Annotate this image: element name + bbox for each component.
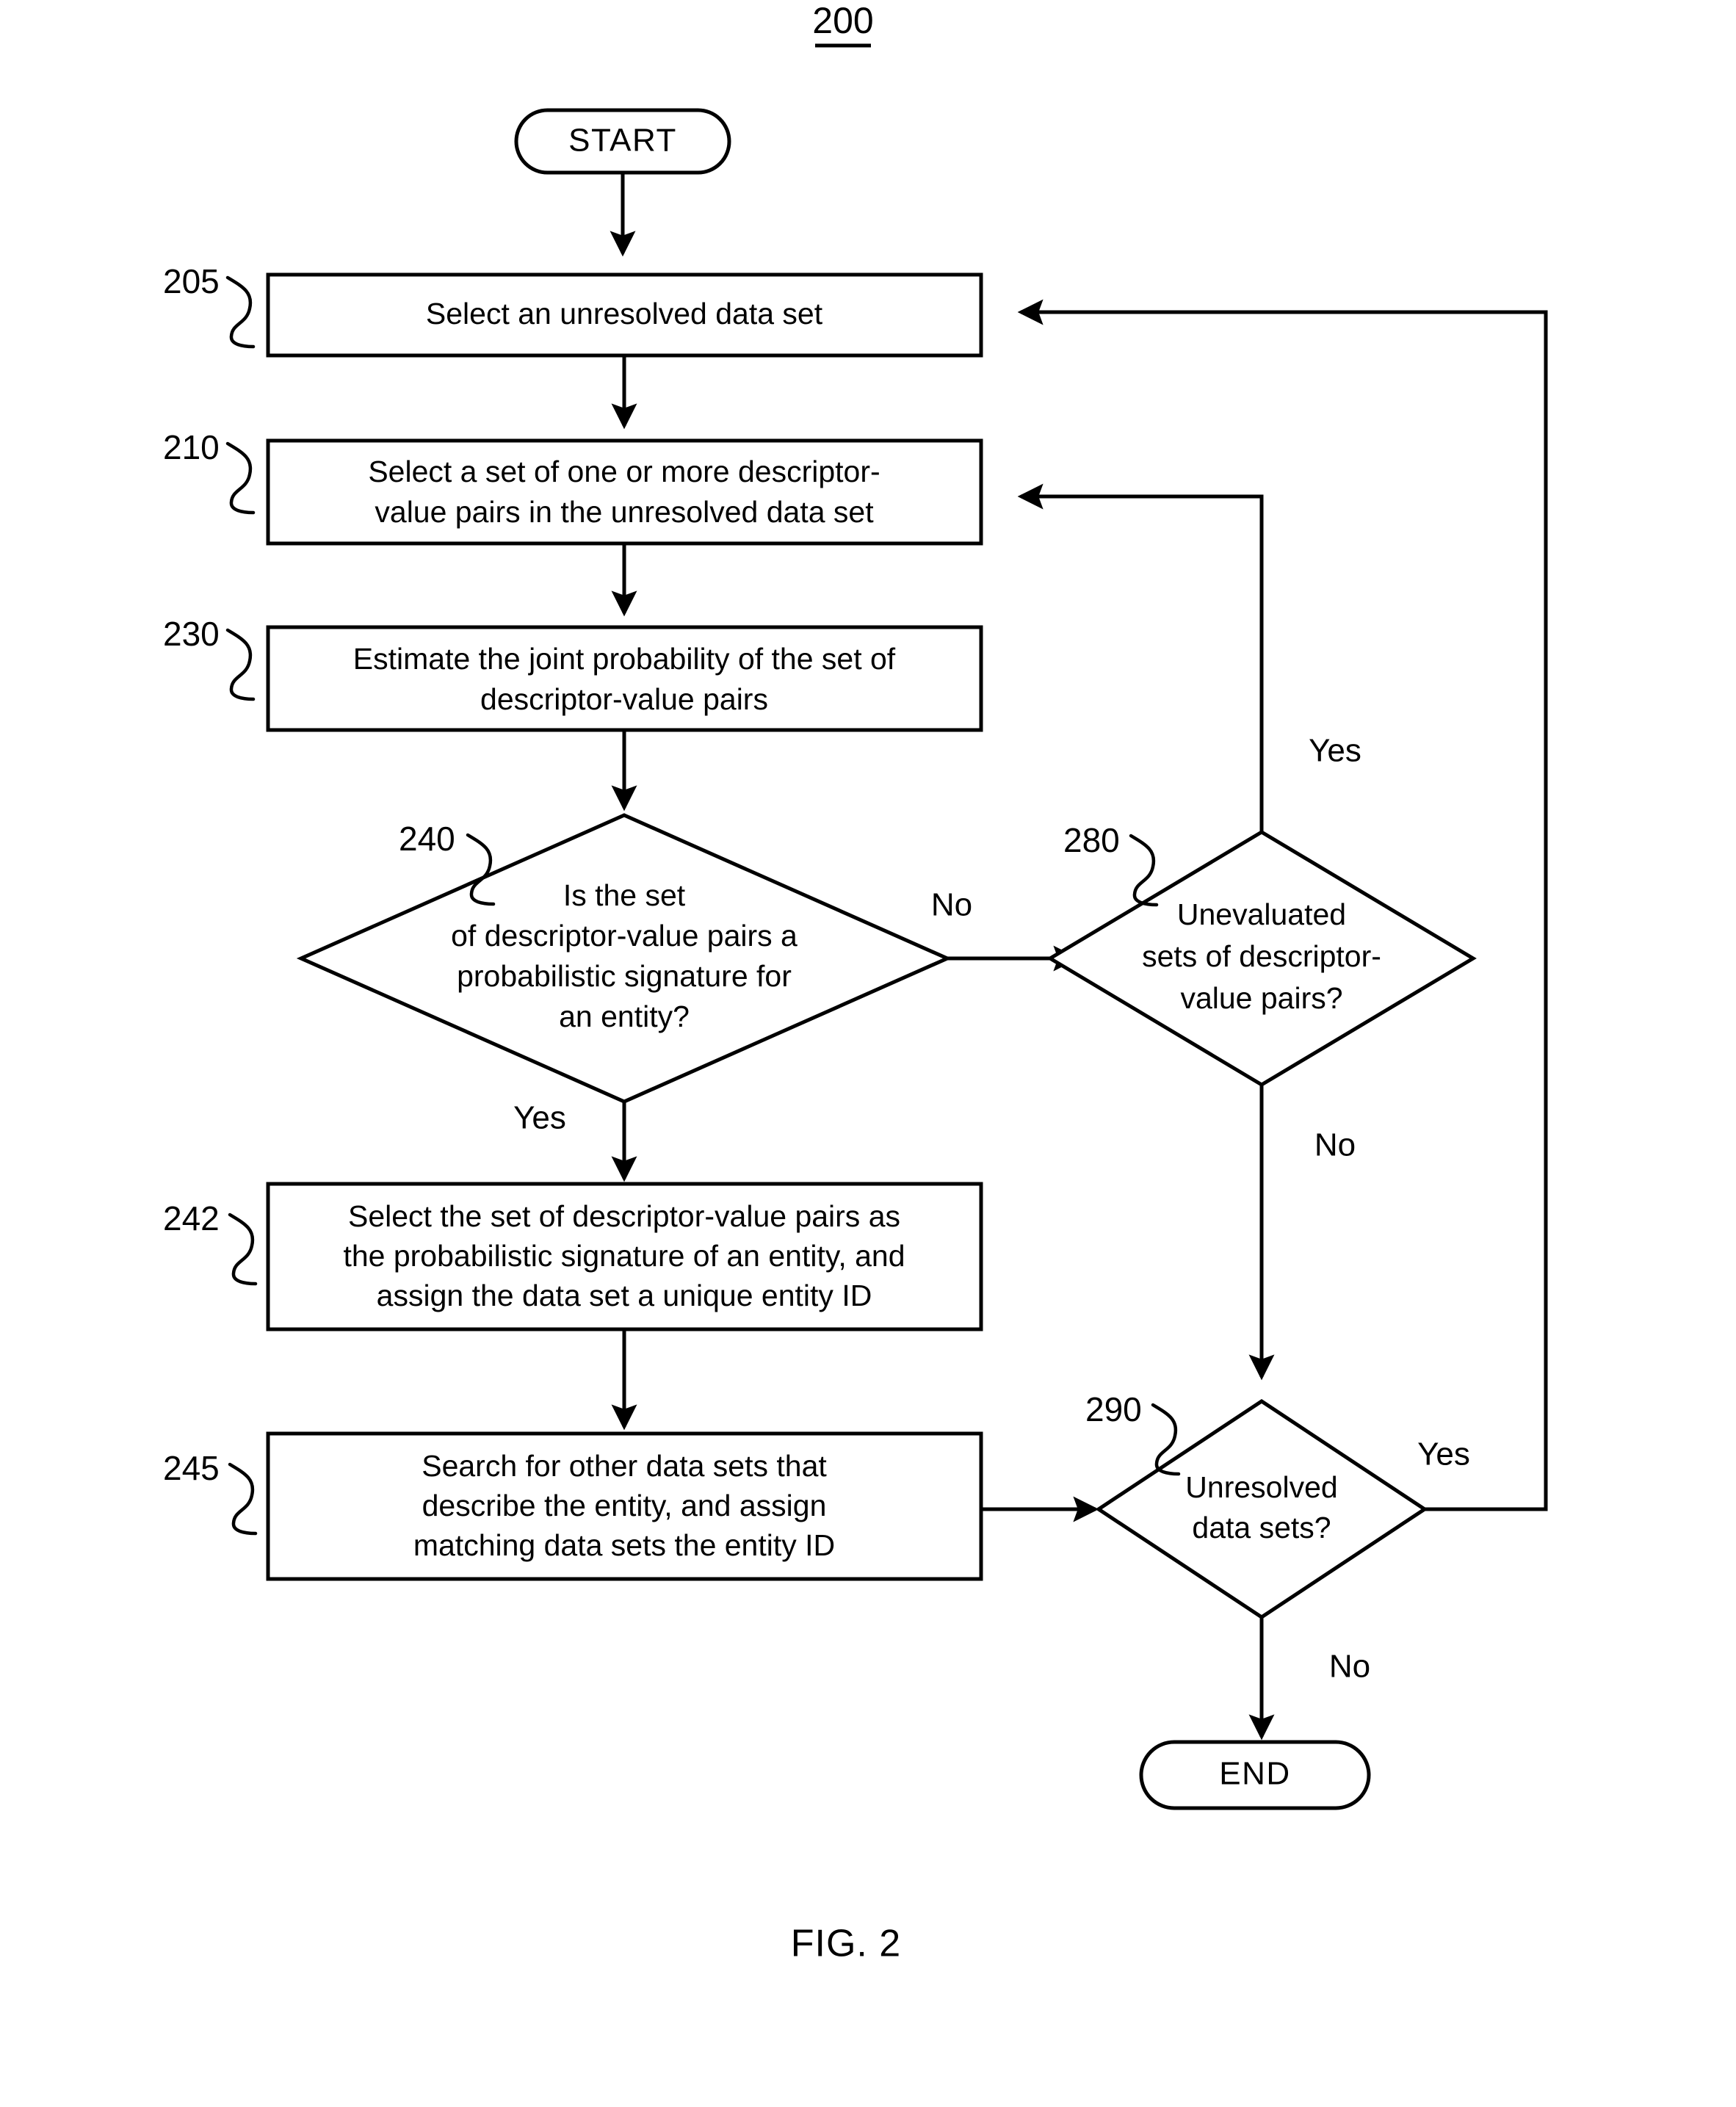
- decision-280-line-1: Unevaluated: [1177, 897, 1346, 931]
- step-242-line-3: assign the data set a unique entity ID: [377, 1279, 872, 1312]
- label-240-yes: Yes: [513, 1100, 566, 1136]
- patent-figure-2: 200 START Select an unresolved data set …: [0, 0, 1736, 2107]
- ref-205-number: 205: [163, 262, 220, 300]
- ref-205: 205: [163, 262, 256, 349]
- step-205-line-1: Select an unresolved data set: [426, 297, 823, 330]
- ref-210: 210: [163, 428, 256, 515]
- ref-245-number: 245: [163, 1449, 220, 1487]
- decision-240-line-2: of descriptor-value pairs a: [451, 919, 798, 953]
- flowchart-canvas: 200 START Select an unresolved data set …: [163, 0, 1548, 1965]
- start-label: START: [568, 123, 677, 159]
- node-step-245: Search for other data sets that describe…: [266, 1431, 983, 1581]
- decision-240-line-1: Is the set: [563, 878, 686, 912]
- node-decision-280: Unevaluated sets of descriptor- value pa…: [1046, 830, 1477, 1087]
- decision-290-line-1: Unresolved: [1185, 1470, 1337, 1504]
- decision-280-line-3: value pairs?: [1180, 981, 1342, 1015]
- end-label: END: [1219, 1756, 1290, 1792]
- ref-210-number: 210: [163, 428, 220, 466]
- decision-280-line-2: sets of descriptor-: [1142, 939, 1381, 973]
- step-242-line-2: the probabilistic signature of an entity…: [343, 1239, 905, 1273]
- label-290-yes: Yes: [1417, 1436, 1470, 1472]
- ref-245-leader-line: [228, 1462, 258, 1536]
- node-step-210: Select a set of one or more descriptor- …: [266, 438, 983, 546]
- ref-230-leader-line: [225, 628, 256, 701]
- step-230-line-2: descriptor-value pairs: [480, 682, 768, 716]
- decision-290-shape: [1095, 1399, 1428, 1619]
- label-280-no: No: [1314, 1127, 1356, 1163]
- node-end: END: [1139, 1740, 1371, 1810]
- node-decision-240: Is the set of descriptor-value pairs a p…: [296, 813, 952, 1104]
- node-step-242: Select the set of descriptor-value pairs…: [266, 1182, 983, 1331]
- step-210-line-2: value pairs in the unresolved data set: [375, 495, 874, 529]
- ref-280-leader-line: [1129, 834, 1159, 907]
- node-start: START: [514, 108, 731, 175]
- node-step-230: Estimate the joint probability of the se…: [266, 625, 983, 732]
- decision-290-line-2: data sets?: [1192, 1511, 1331, 1544]
- node-step-205: Select an unresolved data set: [266, 272, 983, 358]
- connector-280-yes-to-210: [1017, 483, 1264, 832]
- ref-205-leader-line: [225, 275, 256, 349]
- ref-280: 280: [1063, 821, 1159, 907]
- ref-240-number: 240: [399, 820, 455, 858]
- step-210-line-1: Select a set of one or more descriptor-: [368, 455, 880, 488]
- label-290-no: No: [1329, 1649, 1370, 1685]
- node-decision-290: Unresolved data sets?: [1095, 1399, 1428, 1619]
- ref-290: 290: [1085, 1390, 1181, 1476]
- ref-230-number: 230: [163, 615, 220, 653]
- ref-242: 242: [163, 1199, 258, 1286]
- figure-number: 200: [812, 0, 874, 48]
- step-245-line-1: Search for other data sets that: [422, 1449, 827, 1483]
- ref-230: 230: [163, 615, 256, 701]
- step-245-line-3: matching data sets the entity ID: [413, 1528, 835, 1562]
- figure-number-label: 200: [812, 0, 873, 41]
- ref-242-leader-line: [228, 1212, 258, 1286]
- label-280-yes: Yes: [1309, 733, 1361, 769]
- ref-280-number: 280: [1063, 821, 1120, 859]
- label-240-no: No: [931, 887, 972, 923]
- decision-240-line-4: an entity?: [559, 1000, 690, 1033]
- ref-242-number: 242: [163, 1199, 220, 1237]
- step-230-line-1: Estimate the joint probability of the se…: [353, 642, 896, 676]
- decision-240-line-3: probabilistic signature for: [457, 959, 792, 993]
- figure-caption: FIG. 2: [791, 1923, 901, 1965]
- step-242-line-1: Select the set of descriptor-value pairs…: [348, 1199, 900, 1233]
- ref-290-number: 290: [1085, 1390, 1142, 1428]
- ref-210-leader-line: [225, 441, 256, 515]
- ref-245: 245: [163, 1449, 258, 1536]
- step-245-line-2: describe the entity, and assign: [422, 1489, 827, 1522]
